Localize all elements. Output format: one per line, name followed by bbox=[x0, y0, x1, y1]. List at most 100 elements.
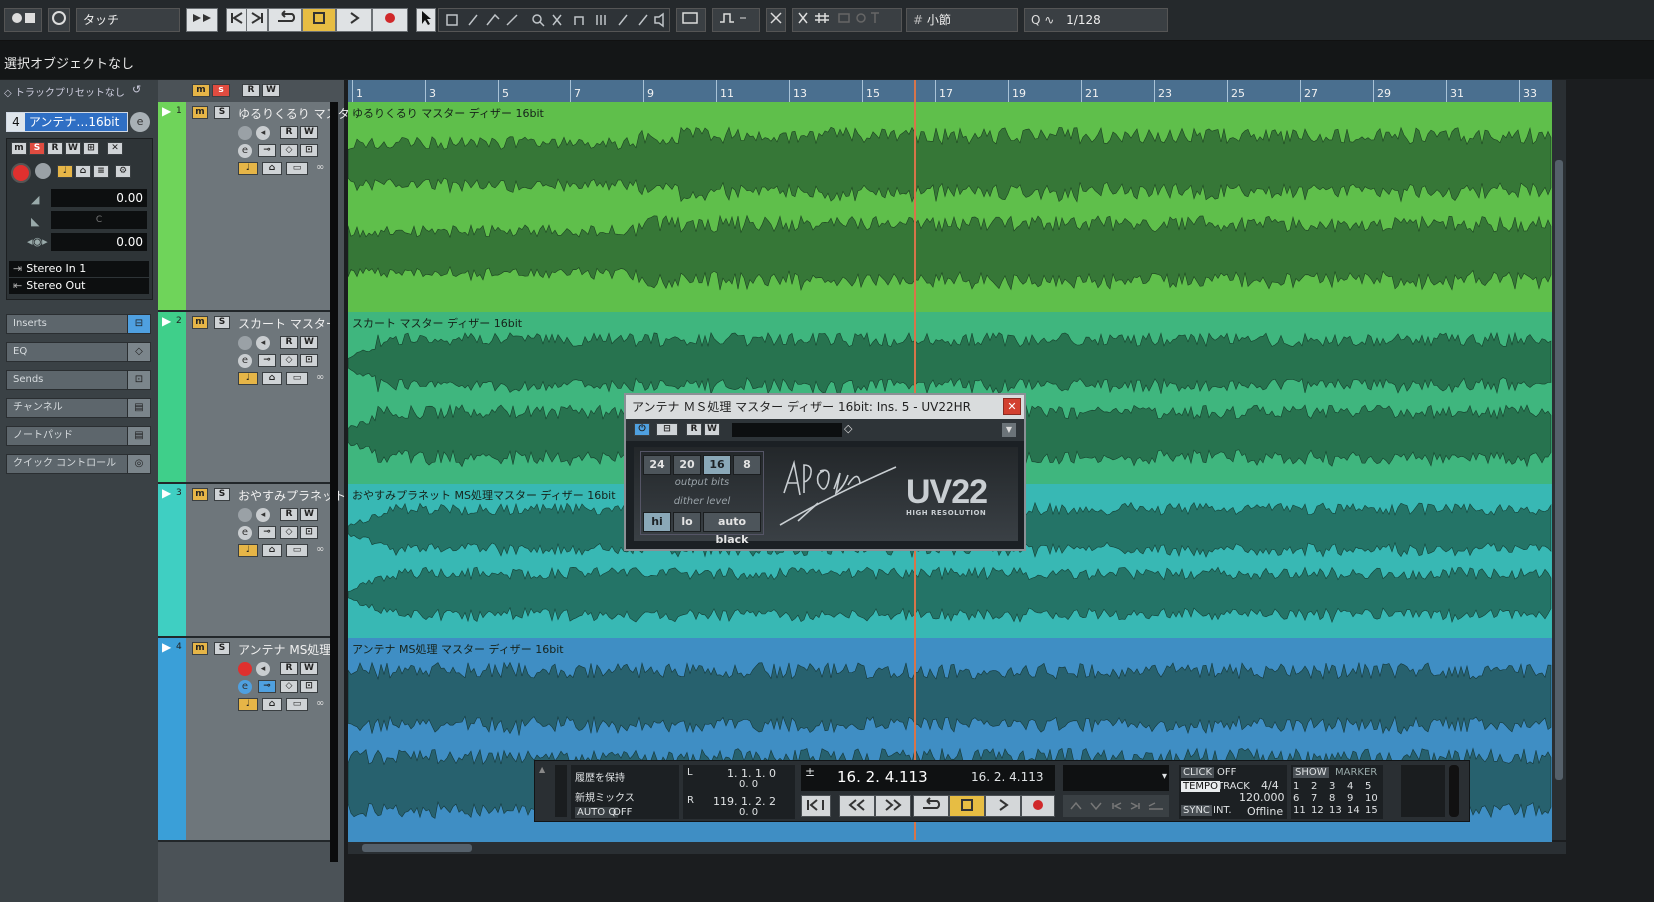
preset-menu-icon[interactable]: ◇ bbox=[844, 422, 852, 435]
transport-play-button[interactable] bbox=[985, 795, 1021, 817]
track-read-button[interactable]: R bbox=[280, 508, 298, 521]
quick-controls-section-button[interactable]: クイック コントロール ◎ bbox=[6, 454, 151, 474]
track-record-enable-button[interactable] bbox=[238, 508, 252, 522]
transport-scroll-up-icon[interactable]: ▲ bbox=[539, 765, 549, 817]
track-lock-icon[interactable]: ⌂ bbox=[262, 162, 282, 175]
object-select-tool[interactable] bbox=[416, 8, 436, 32]
plugin-title-bar[interactable]: アンテナ ＭＳ処理 マスター ディザー 16bit: Ins. 5 - UV22… bbox=[626, 395, 1024, 419]
track-mute-button[interactable]: m bbox=[192, 106, 208, 119]
constrain-delay-button[interactable] bbox=[48, 8, 70, 32]
marker-button[interactable]: 10 bbox=[1365, 793, 1378, 804]
bits-8-button[interactable]: 8 bbox=[733, 455, 761, 475]
track-color-strip[interactable] bbox=[158, 638, 186, 840]
marker-button[interactable]: 4 bbox=[1347, 781, 1353, 792]
track-timebase-icon[interactable]: ♩ bbox=[238, 162, 258, 175]
track-mute-button[interactable]: m bbox=[192, 316, 208, 329]
horizontal-scroll-thumb[interactable] bbox=[362, 844, 472, 852]
transport-record-button[interactable] bbox=[1021, 795, 1055, 817]
goto-next-button[interactable] bbox=[246, 8, 268, 32]
track-color-strip[interactable] bbox=[158, 312, 186, 482]
track-timebase-icon[interactable]: ♩ bbox=[238, 698, 258, 711]
primary-position[interactable]: 16. 2. 4.113 bbox=[837, 768, 928, 786]
vertical-scrollbar[interactable] bbox=[1552, 80, 1566, 840]
pan-field[interactable]: C bbox=[51, 211, 147, 229]
auto-black-button[interactable]: auto black bbox=[703, 512, 761, 546]
plugin-read-button[interactable]: R bbox=[686, 423, 702, 436]
bits-20-button[interactable]: 20 bbox=[673, 455, 701, 475]
track-eq-icon[interactable]: ◇ bbox=[280, 680, 298, 693]
track-solo-button[interactable]: S bbox=[214, 106, 230, 119]
global-read-icon[interactable]: R bbox=[242, 84, 260, 97]
track-edit-channel-icon[interactable]: e bbox=[238, 354, 252, 368]
close-icon[interactable]: ✕ bbox=[1003, 398, 1021, 415]
track-read-button[interactable]: R bbox=[280, 662, 298, 675]
track-record-enable-button[interactable] bbox=[238, 662, 252, 676]
track-mute-button[interactable]: m bbox=[192, 642, 208, 655]
quantize-select[interactable]: Q ∿ 1/128 bbox=[1024, 8, 1168, 32]
track-link-icon[interactable]: ∞ bbox=[316, 698, 324, 709]
track-link-icon[interactable]: ∞ bbox=[316, 162, 324, 173]
track-record-enable-button[interactable] bbox=[238, 126, 252, 140]
track-monitor-button[interactable]: ◂ bbox=[256, 662, 270, 676]
eq-section-button[interactable]: EQ ◇ bbox=[6, 342, 151, 362]
global-solo-icon[interactable]: s bbox=[212, 84, 230, 97]
track-eq-icon[interactable]: ◇ bbox=[280, 354, 298, 367]
grid-type-select[interactable]: # 小節 bbox=[906, 8, 1018, 32]
track-header[interactable]: ▶ 3 m S おやすみプラネット ◂ R We ⊸ ◇ ⊡ ♩ ⌂ ▭ ∞ bbox=[158, 484, 346, 638]
track-lanes-icon[interactable]: ▭ bbox=[286, 544, 308, 557]
marker-button[interactable]: 2 bbox=[1311, 781, 1317, 792]
record-button[interactable] bbox=[372, 8, 408, 32]
input-routing[interactable]: ⇥ Stereo In 1 bbox=[9, 261, 149, 277]
tempo-value[interactable]: 120.000 bbox=[1239, 791, 1285, 804]
track-write-button[interactable]: W bbox=[300, 126, 318, 139]
track-link-icon[interactable]: ∞ bbox=[316, 544, 324, 555]
edit-channel-icon[interactable]: e bbox=[130, 112, 150, 132]
track-solo-button[interactable]: S bbox=[214, 488, 230, 501]
global-mute-icon[interactable]: m bbox=[192, 84, 210, 97]
bits-24-button[interactable]: 24 bbox=[643, 455, 671, 475]
track-lock-icon[interactable]: ⌂ bbox=[262, 698, 282, 711]
level-lo-button[interactable]: lo bbox=[673, 512, 701, 532]
play-button[interactable] bbox=[336, 8, 372, 32]
solo-button[interactable]: S bbox=[29, 142, 45, 155]
track-lanes-icon[interactable]: ▭ bbox=[286, 372, 308, 385]
preset-field[interactable] bbox=[732, 423, 842, 437]
snap-mode-select[interactable] bbox=[712, 8, 760, 32]
track-monitor-button[interactable]: ◂ bbox=[256, 126, 270, 140]
vertical-scroll-thumb[interactable] bbox=[1555, 160, 1563, 780]
track-expand-icon[interactable]: ▶ bbox=[162, 486, 171, 500]
tempo-label[interactable]: TEMPO bbox=[1181, 781, 1220, 792]
track-color-strip[interactable] bbox=[158, 484, 186, 636]
sends-section-button[interactable]: Sends ⊡ bbox=[6, 370, 151, 390]
track-sends-icon[interactable]: ⊡ bbox=[300, 144, 318, 157]
bypass-icon[interactable]: ⊟ bbox=[656, 423, 678, 436]
marker-button[interactable]: 15 bbox=[1365, 805, 1378, 816]
color-tool-button[interactable] bbox=[676, 8, 706, 32]
track-sends-icon[interactable]: ⊡ bbox=[300, 526, 318, 539]
global-write-icon[interactable]: W bbox=[262, 84, 280, 97]
show-label[interactable]: SHOW bbox=[1293, 767, 1329, 778]
power-icon[interactable]: ⏻ bbox=[634, 423, 650, 436]
track-expand-icon[interactable]: ▶ bbox=[162, 640, 171, 654]
monitor-button[interactable] bbox=[35, 163, 51, 179]
plugin-write-button[interactable]: W bbox=[704, 423, 720, 436]
track-inserts-icon[interactable]: ⊸ bbox=[258, 680, 276, 693]
track-lock-icon[interactable]: ⌂ bbox=[262, 544, 282, 557]
timebase-button[interactable]: ♩ bbox=[57, 165, 73, 178]
track-monitor-button[interactable]: ◂ bbox=[256, 336, 270, 350]
automation-mode-select[interactable]: タッチ bbox=[76, 8, 180, 32]
autoscroll-button[interactable] bbox=[186, 8, 218, 32]
forward-button[interactable] bbox=[875, 795, 911, 817]
marker-button[interactable]: 9 bbox=[1347, 793, 1353, 804]
marker-select[interactable]: ▾ bbox=[1063, 765, 1169, 791]
cycle-button[interactable] bbox=[268, 8, 302, 32]
track-solo-button[interactable]: S bbox=[214, 316, 230, 329]
track-sends-icon[interactable]: ⊡ bbox=[300, 354, 318, 367]
lock-button[interactable]: ⌂ bbox=[75, 165, 91, 178]
track-color-strip[interactable] bbox=[158, 102, 186, 310]
timeline-ruler[interactable]: 1 3 5 7 9 11 13 15 17 19 21 23 25 27 29 31 33 bbox=[348, 80, 1556, 103]
track-lanes-icon[interactable]: ▭ bbox=[286, 162, 308, 175]
track-expand-icon[interactable]: ▶ bbox=[162, 104, 171, 118]
volume-field[interactable]: 0.00 bbox=[51, 189, 147, 207]
master-fader[interactable] bbox=[1449, 765, 1459, 817]
